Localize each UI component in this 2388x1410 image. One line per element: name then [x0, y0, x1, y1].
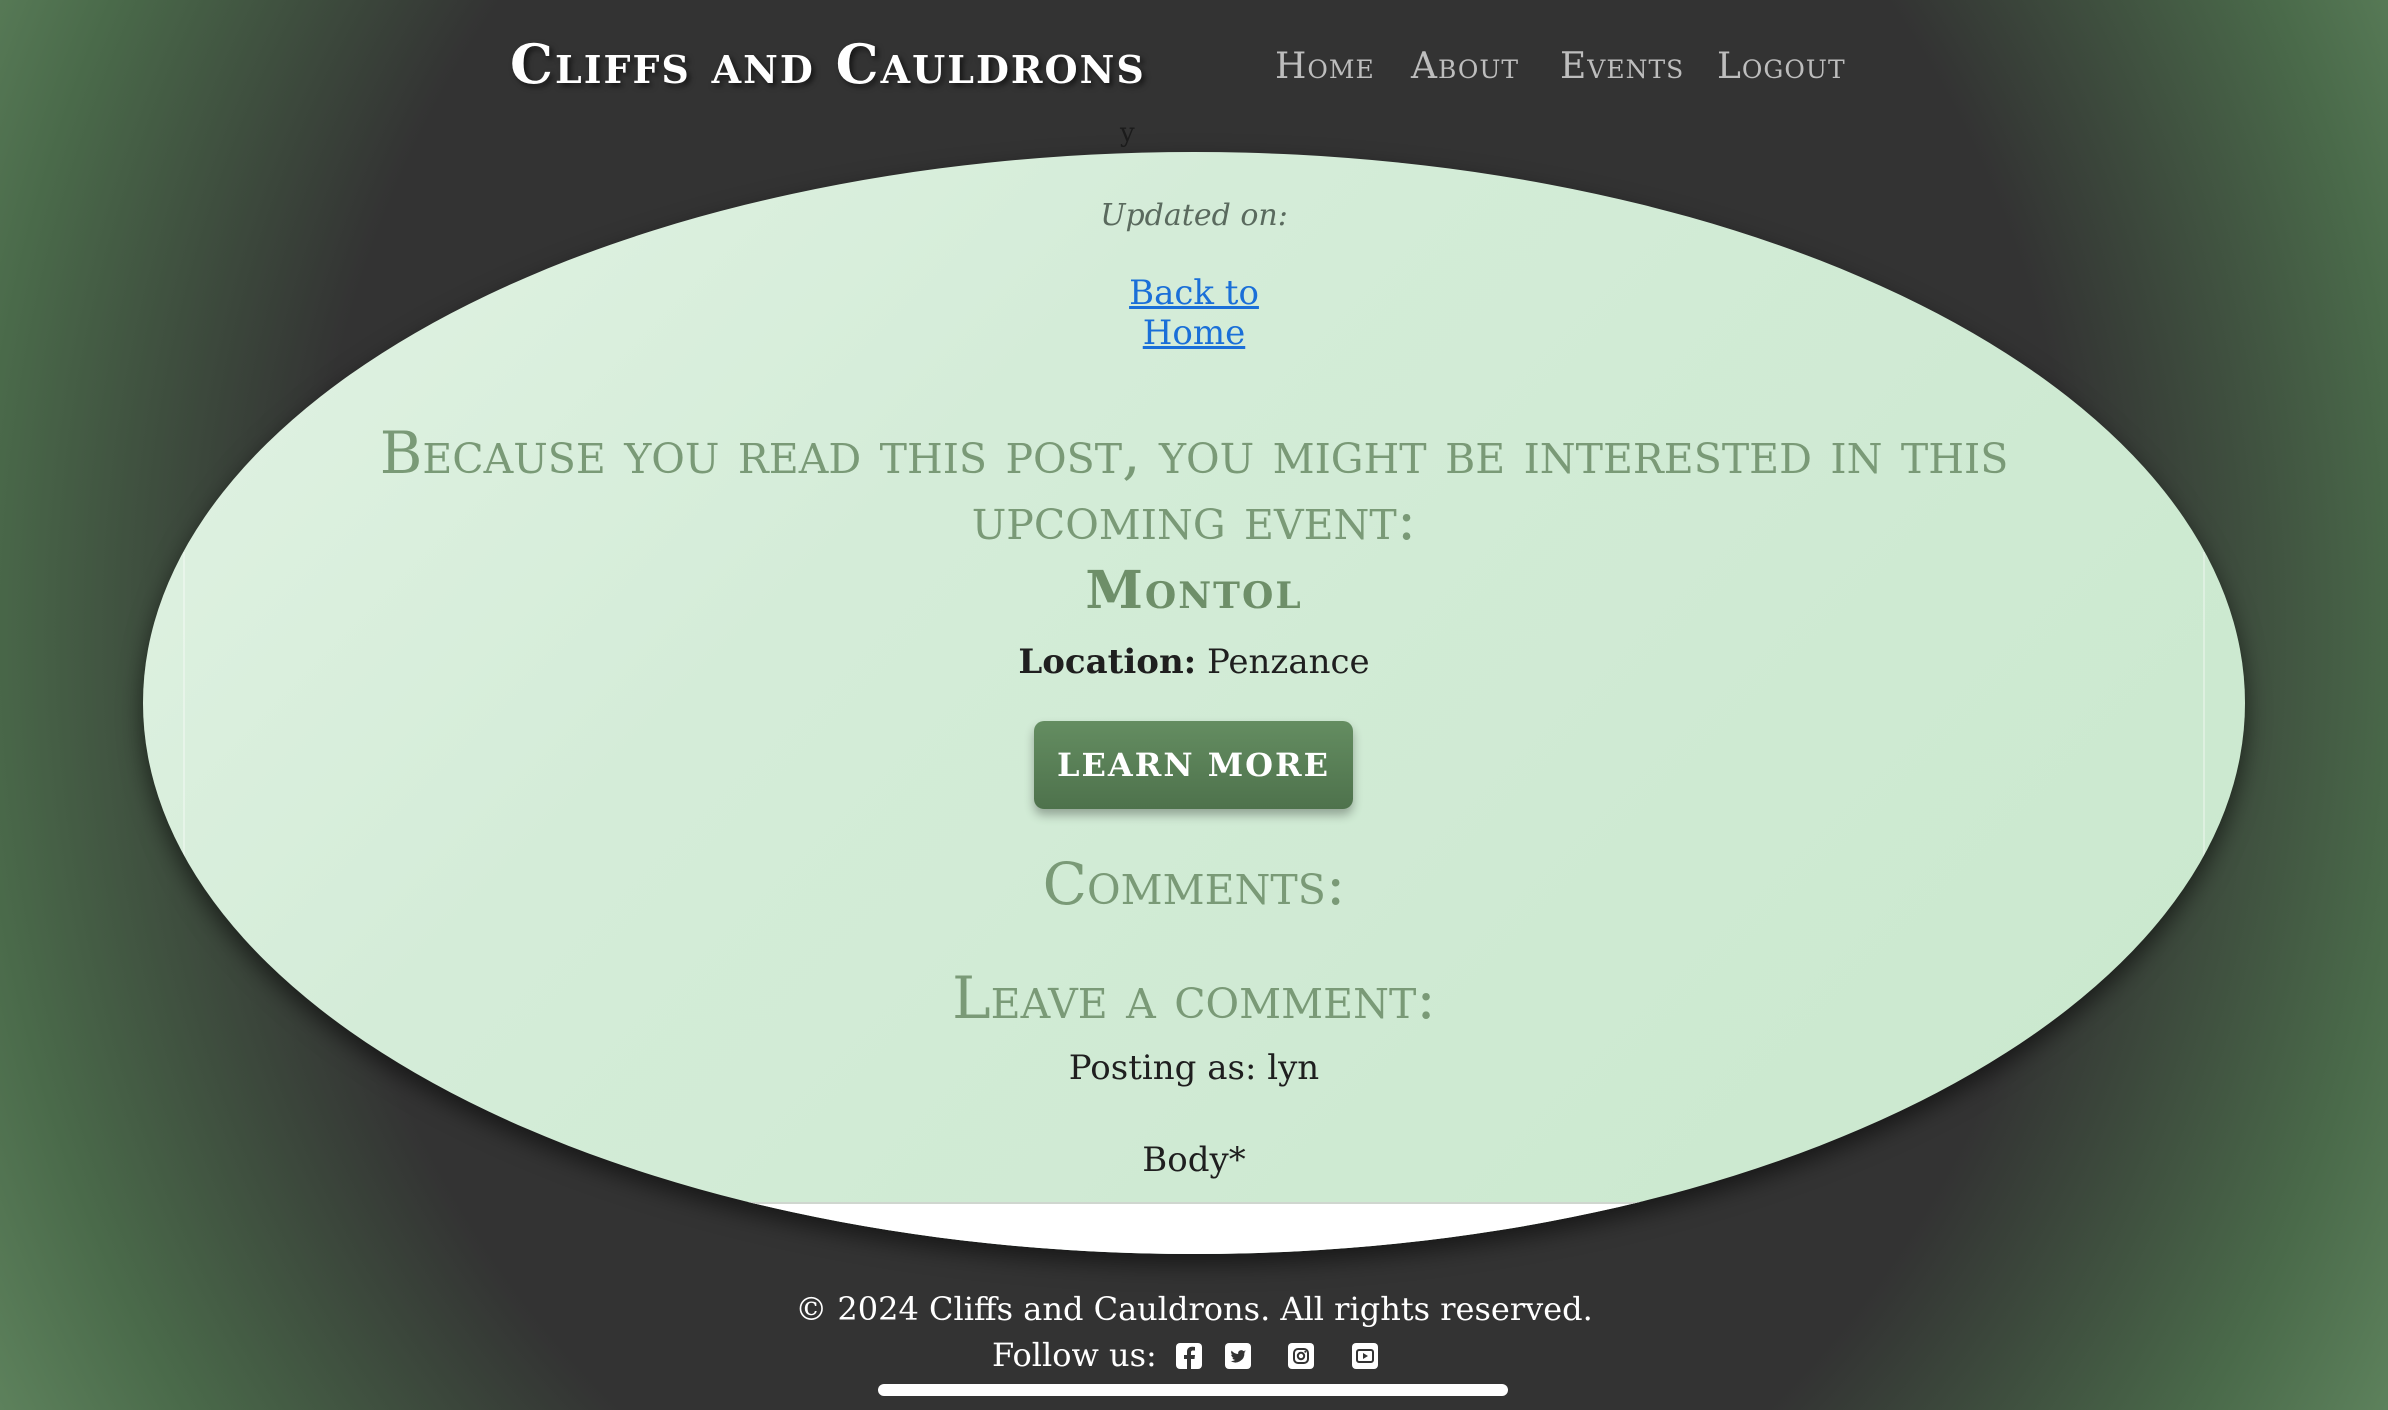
twitter-icon[interactable] [1225, 1343, 1251, 1369]
leave-comment-heading: Leave a comment: [952, 964, 1436, 1032]
back-to-home-link[interactable]: Back to Home [1085, 273, 1303, 353]
top-navigation: Cliffs and Cauldrons Home About Events L… [0, 0, 2388, 140]
event-name: Montol [1085, 560, 1303, 621]
nav-about-link[interactable]: About [1411, 46, 1519, 87]
follow-us-label: Follow us: [992, 1336, 1157, 1374]
nav-logout-link[interactable]: Logout [1717, 46, 1846, 87]
updated-on-label: Updated on: [1100, 198, 1288, 233]
related-event-heading: Because you read this post, you might be… [379, 419, 2009, 553]
footer-scrollbar[interactable] [878, 1384, 1508, 1396]
partial-post-text: y [1120, 118, 1135, 148]
comments-heading: Comments: [1042, 850, 1346, 918]
body-field-label: Body* [1142, 1140, 1246, 1180]
site-brand[interactable]: Cliffs and Cauldrons [510, 32, 1146, 96]
comment-body-textarea[interactable] [143, 1202, 2245, 1254]
footer-copyright: © 2024 Cliffs and Cauldrons. All rights … [795, 1290, 1593, 1328]
learn-more-button[interactable]: LEARN MORE [1034, 721, 1353, 809]
youtube-icon[interactable] [1352, 1343, 1378, 1369]
event-location: Location: Penzance [0, 642, 2388, 682]
nav-events-link[interactable]: Events [1560, 46, 1684, 87]
location-value: Penzance [1207, 642, 1370, 682]
nav-home-link[interactable]: Home [1275, 46, 1375, 87]
facebook-icon[interactable] [1176, 1343, 1202, 1369]
location-label: Location: [1018, 642, 1197, 682]
instagram-icon[interactable] [1288, 1343, 1314, 1369]
posting-as-label: Posting as: lyn [1068, 1048, 1320, 1088]
